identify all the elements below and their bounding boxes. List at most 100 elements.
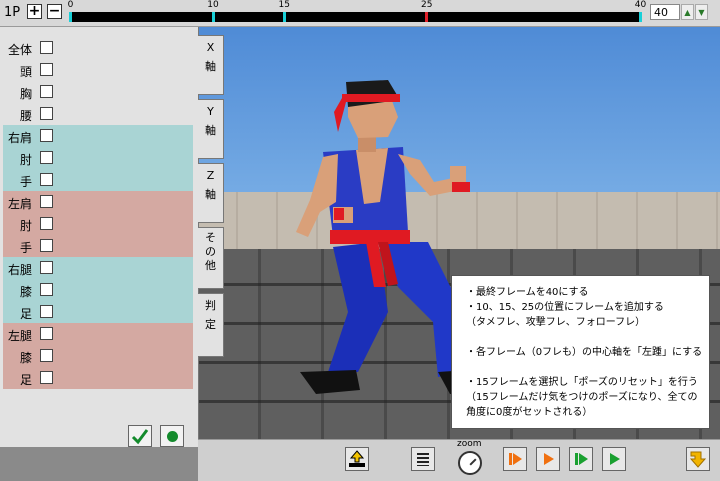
- body-part-label: 左肩: [8, 197, 33, 211]
- body-part-row: 膝: [3, 279, 193, 301]
- body-part-label: 膝: [20, 285, 33, 299]
- instruction-line: 角度に0度がセットされる）: [466, 407, 593, 418]
- body-part-row: 右肩: [3, 125, 193, 147]
- list-button[interactable]: [411, 447, 435, 471]
- body-part-row: 腰: [3, 103, 193, 125]
- body-part-checkbox[interactable]: [40, 327, 53, 340]
- body-part-row: 足: [3, 367, 193, 389]
- body-part-checkbox[interactable]: [40, 63, 53, 76]
- keyframe-label: 0: [67, 0, 74, 10]
- body-part-checkbox[interactable]: [40, 129, 53, 142]
- confirm-button[interactable]: [128, 425, 152, 447]
- body-part-row: 左肩: [3, 191, 193, 213]
- step-forward-icon: [575, 453, 588, 465]
- body-part-label: 手: [20, 241, 33, 255]
- body-part-label: 右腿: [8, 263, 33, 277]
- body-part-checkbox[interactable]: [40, 173, 53, 186]
- frame-up-icon[interactable]: ▲: [681, 4, 694, 20]
- tab-x-axis[interactable]: X軸: [198, 35, 224, 95]
- body-part-label: 左腿: [8, 329, 33, 343]
- keyframe-label: 15: [278, 0, 290, 10]
- tab-z-axis[interactable]: Z軸: [198, 163, 224, 223]
- body-part-checkbox[interactable]: [40, 151, 53, 164]
- timeline-track[interactable]: [69, 12, 642, 22]
- body-part-checkbox[interactable]: [40, 283, 53, 296]
- body-part-label: 頭: [20, 65, 33, 79]
- body-part-label: 肘: [20, 219, 33, 233]
- upload-icon: [349, 450, 365, 467]
- keyframe-marker[interactable]: [69, 12, 72, 22]
- body-part-label: 膝: [20, 351, 33, 365]
- body-part-row: 胸: [3, 81, 193, 103]
- next-button[interactable]: [686, 447, 710, 471]
- body-part-row: 全体: [3, 37, 193, 59]
- instruction-box: ・最終フレームを40にする ・10、15、25の位置にフレームを追加する （タメフレ…: [451, 275, 710, 429]
- body-part-row: 肘: [3, 213, 193, 235]
- body-part-label: 足: [20, 307, 33, 321]
- export-button[interactable]: [345, 447, 369, 471]
- play-green-button[interactable]: [602, 447, 626, 471]
- body-part-checkbox[interactable]: [40, 349, 53, 362]
- body-part-checkbox[interactable]: [40, 371, 53, 384]
- body-part-row: 右腿: [3, 257, 193, 279]
- play-icon: [610, 453, 620, 465]
- tab-other[interactable]: その他: [198, 227, 224, 289]
- zoom-knob[interactable]: [458, 451, 482, 475]
- instruction-line: ・15フレームを選択し「ポーズのリセット」を行う: [466, 377, 698, 388]
- body-part-checkbox[interactable]: [40, 107, 53, 120]
- keyframe-label: 40: [634, 0, 647, 10]
- instruction-line: （15フレームだけ気をつけのポーズになり、全ての: [466, 392, 698, 403]
- step-forward-button[interactable]: [569, 447, 593, 471]
- instruction-line: ・10、15、25の位置にフレームを追加する: [466, 302, 664, 313]
- body-part-checkbox[interactable]: [40, 217, 53, 230]
- body-part-label: 肘: [20, 153, 33, 167]
- body-part-checkbox[interactable]: [40, 195, 53, 208]
- body-part-label: 腰: [20, 109, 33, 123]
- player-label: 1P: [4, 5, 21, 20]
- add-frame-button[interactable]: +: [27, 4, 42, 19]
- body-part-row: 頭: [3, 59, 193, 81]
- keyframe-marker[interactable]: [282, 12, 286, 22]
- rewind-button[interactable]: [503, 447, 527, 471]
- play-icon: [544, 453, 554, 465]
- body-part-row: 左腿: [3, 323, 193, 345]
- play-orange-button[interactable]: [536, 447, 560, 471]
- body-part-checkbox[interactable]: [40, 239, 53, 252]
- instruction-line: ・最終フレームを40にする: [466, 287, 589, 298]
- zoom-label: zoom: [457, 439, 482, 449]
- body-part-label: 足: [20, 373, 33, 387]
- instruction-line: [466, 360, 701, 375]
- body-part-row: 足: [3, 301, 193, 323]
- keyframe-marker[interactable]: [639, 12, 642, 22]
- keyframe-dot-button[interactable]: [160, 425, 184, 447]
- body-part-label: 全体: [8, 43, 33, 57]
- step-back-icon: [509, 453, 522, 465]
- body-part-row: 膝: [3, 345, 193, 367]
- body-part-label: 胸: [20, 87, 33, 101]
- keyframe-label: 25: [421, 0, 433, 10]
- body-part-checkbox[interactable]: [40, 261, 53, 274]
- frame-down-icon[interactable]: ▼: [695, 4, 708, 20]
- body-part-row: 肘: [3, 147, 193, 169]
- remove-frame-button[interactable]: −: [47, 4, 62, 19]
- keyframe-marker[interactable]: [211, 12, 215, 22]
- instruction-line: [466, 330, 701, 345]
- keyframe-label: 10: [207, 0, 219, 10]
- turn-down-arrow-icon: [689, 451, 707, 468]
- green-dot-icon: [167, 431, 178, 442]
- playback-toolbar: zoom: [198, 439, 720, 481]
- body-part-row: 手: [3, 169, 193, 191]
- body-part-checkbox[interactable]: [40, 85, 53, 98]
- last-frame-input[interactable]: 40: [650, 4, 680, 20]
- body-part-checkbox[interactable]: [40, 305, 53, 318]
- timeline-toolbar: 1P + − 0 10 15 25 40 40 ▲ ▼: [0, 0, 720, 27]
- body-part-row: 手: [3, 235, 193, 257]
- tab-hit-detection[interactable]: 判定: [198, 293, 224, 357]
- tab-y-axis[interactable]: Y軸: [198, 99, 224, 159]
- checkmark-icon: [131, 429, 149, 445]
- instruction-line: ・各フレーム（0フレも）の中心軸を「左踵」にする: [466, 347, 703, 358]
- body-part-label: 手: [20, 175, 33, 189]
- keyframe-marker[interactable]: [425, 12, 429, 22]
- body-part-checkbox[interactable]: [40, 41, 53, 54]
- body-part-panel: 全体頭胸腰右肩肘手左肩肘手右腿膝足左腿膝足: [0, 27, 199, 447]
